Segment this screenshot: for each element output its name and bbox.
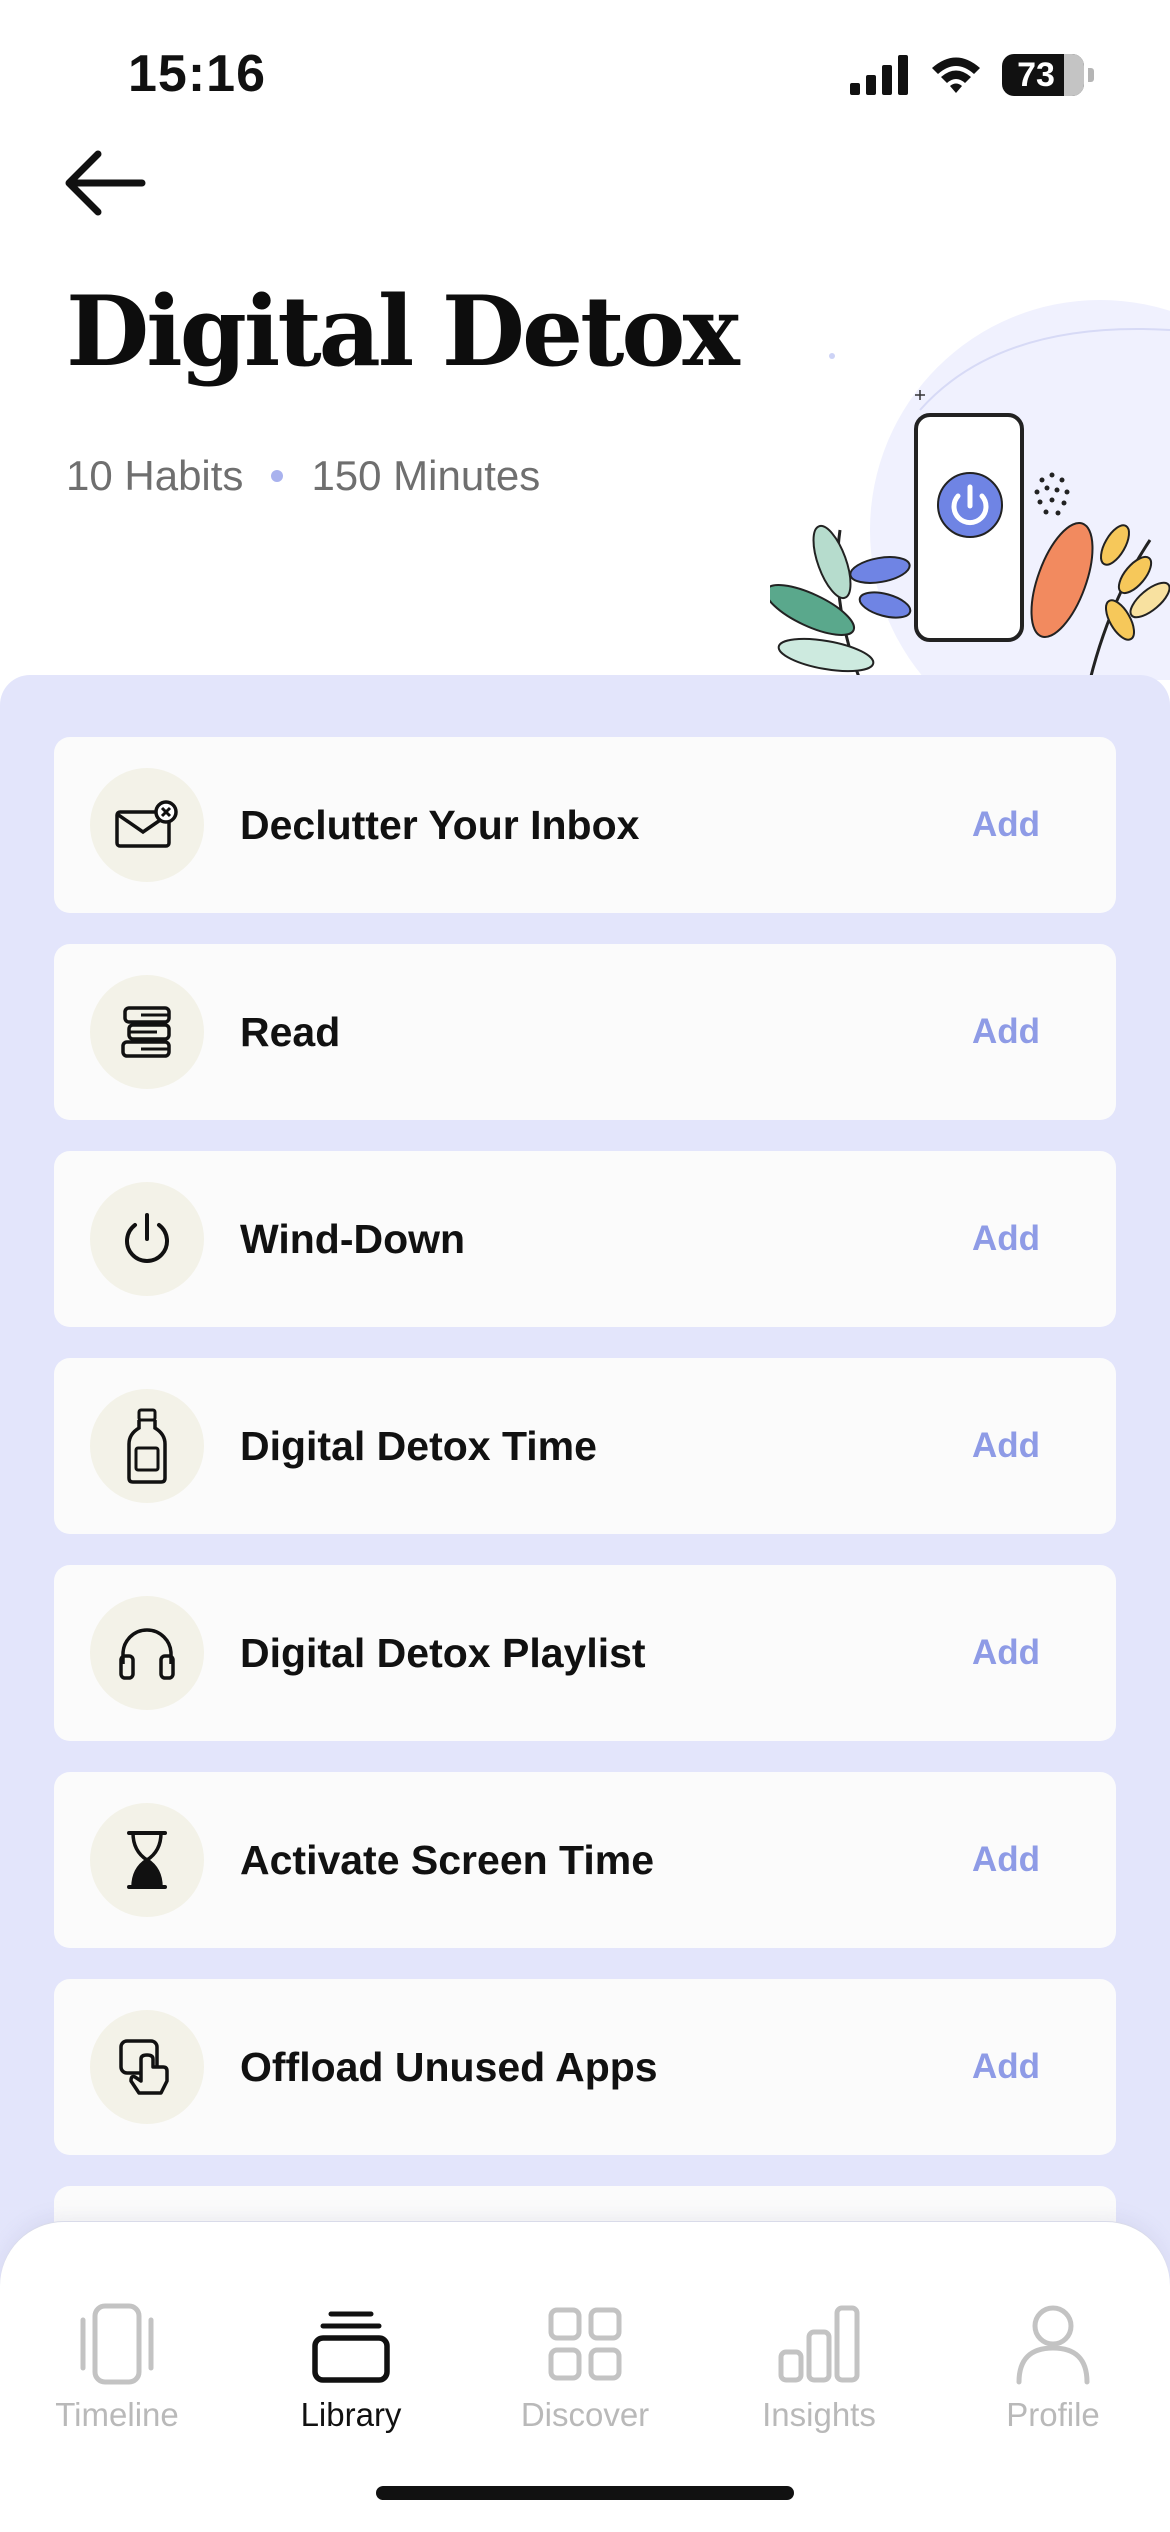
habits-count: 10 Habits: [66, 452, 244, 499]
grid-icon: [548, 2307, 622, 2381]
habit-name: Digital Detox Playlist: [240, 1630, 646, 1676]
hand-tap-icon: [90, 2010, 204, 2124]
habit-row[interactable]: Digital Detox Playlist Add: [54, 1565, 1116, 1741]
tab-profile[interactable]: Profile: [936, 2302, 1170, 2452]
separator-dot: [271, 470, 284, 482]
person-icon: [1016, 2305, 1090, 2385]
library-icon: [312, 2311, 390, 2383]
wifi-icon: [932, 57, 980, 93]
tab-library[interactable]: Library: [234, 2302, 468, 2452]
tab-label: Discover: [520, 2396, 650, 2433]
habit-name: Offload Unused Apps: [240, 2044, 658, 2090]
add-habit-button[interactable]: Add: [972, 1772, 1040, 1948]
tab-label: Timeline: [55, 2396, 179, 2433]
headphones-icon: [90, 1596, 204, 1710]
add-habit-button[interactable]: Add: [972, 1358, 1040, 1534]
duration: 150 Minutes: [311, 452, 541, 499]
bottle-icon: [90, 1389, 204, 1503]
habit-name: Declutter Your Inbox: [240, 802, 640, 848]
add-habit-button[interactable]: Add: [972, 944, 1040, 1120]
battery-level: 73: [1017, 56, 1055, 94]
habit-row[interactable]: Read Add: [54, 944, 1116, 1120]
power-icon: [90, 1182, 204, 1296]
tab-label: Insights: [762, 2396, 876, 2433]
habit-row[interactable]: Offload Unused Apps Add: [54, 1979, 1116, 2155]
add-habit-button[interactable]: Add: [972, 1151, 1040, 1327]
habit-name: Wind-Down: [240, 1216, 466, 1262]
habit-row[interactable]: Wind-Down Add: [54, 1151, 1116, 1327]
arrow-left-icon: [65, 150, 146, 216]
tab-discover[interactable]: Discover: [468, 2302, 702, 2452]
phone-plants-illustration: [770, 300, 1170, 680]
habit-name: Activate Screen Time: [240, 1837, 655, 1883]
status-icons: 73: [850, 54, 1094, 96]
cellular-signal-icon: [850, 55, 908, 95]
bar-chart-icon: [778, 2305, 860, 2383]
habit-row[interactable]: Digital Detox Time Add: [54, 1358, 1116, 1534]
habit-name: Read: [240, 1009, 341, 1055]
habit-row[interactable]: Activate Screen Time Add: [54, 1772, 1116, 1948]
status-bar: 15:16 73: [0, 0, 1170, 150]
collection-meta: 10 Habits 150 Minutes: [66, 452, 540, 500]
habit-name: Digital Detox Time: [240, 1423, 597, 1469]
timeline-icon: [80, 2303, 154, 2385]
back-button[interactable]: [62, 148, 148, 218]
envelope-x-icon: [90, 768, 204, 882]
tab-label: Profile: [1006, 2396, 1100, 2433]
battery-icon: 73: [1002, 54, 1084, 96]
add-habit-button[interactable]: Add: [972, 1565, 1040, 1741]
add-habit-button[interactable]: Add: [972, 1979, 1040, 2155]
tab-label: Library: [300, 2396, 402, 2433]
tab-insights[interactable]: Insights: [702, 2302, 936, 2452]
hourglass-icon: [90, 1803, 204, 1917]
habit-row[interactable]: Declutter Your Inbox Add: [54, 737, 1116, 913]
home-indicator: [376, 2486, 794, 2500]
tab-timeline[interactable]: Timeline: [0, 2302, 234, 2452]
status-time: 15:16: [128, 45, 266, 103]
add-habit-button[interactable]: Add: [972, 737, 1040, 913]
books-icon: [90, 975, 204, 1089]
page-title: Digital Detox: [66, 275, 740, 388]
